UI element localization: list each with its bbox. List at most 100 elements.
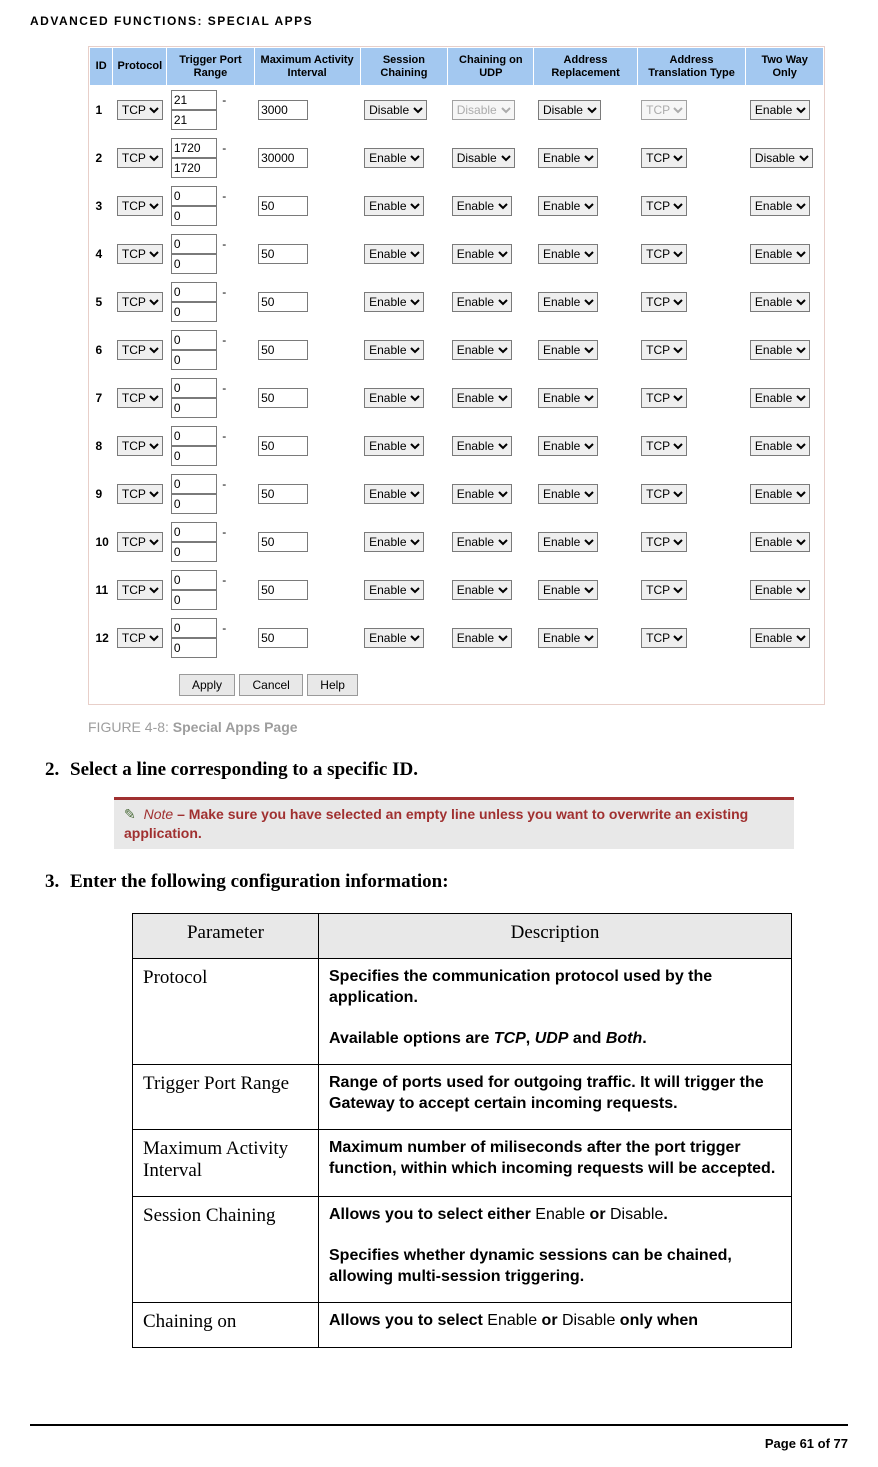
- two-way-select[interactable]: Enable: [750, 100, 810, 120]
- address-replacement-select[interactable]: Enable: [538, 484, 598, 504]
- port-to-input[interactable]: [171, 446, 217, 466]
- session-chaining-select[interactable]: Enable: [364, 580, 424, 600]
- session-chaining-select[interactable]: Enable: [364, 388, 424, 408]
- protocol-select[interactable]: TCP: [117, 292, 163, 312]
- address-replacement-select[interactable]: Enable: [538, 628, 598, 648]
- help-button[interactable]: Help: [307, 674, 358, 696]
- port-to-input[interactable]: [171, 350, 217, 370]
- two-way-select[interactable]: Enable: [750, 388, 810, 408]
- chaining-udp-select[interactable]: Enable: [452, 436, 512, 456]
- max-activity-input[interactable]: [258, 388, 308, 408]
- two-way-select[interactable]: Enable: [750, 196, 810, 216]
- address-translation-select[interactable]: TCP: [641, 436, 687, 456]
- protocol-select[interactable]: TCP: [117, 196, 163, 216]
- port-to-input[interactable]: [171, 302, 217, 322]
- session-chaining-select[interactable]: Enable: [364, 484, 424, 504]
- port-from-input[interactable]: [171, 618, 217, 638]
- address-translation-select[interactable]: TCP: [641, 580, 687, 600]
- address-replacement-select[interactable]: Enable: [538, 436, 598, 456]
- address-replacement-select[interactable]: Disable: [538, 100, 601, 120]
- max-activity-input[interactable]: [258, 484, 308, 504]
- protocol-select[interactable]: TCP: [117, 532, 163, 552]
- port-to-input[interactable]: [171, 206, 217, 226]
- two-way-select[interactable]: Disable: [750, 148, 813, 168]
- chaining-udp-select[interactable]: Enable: [452, 580, 512, 600]
- two-way-select[interactable]: Enable: [750, 628, 810, 648]
- chaining-udp-select[interactable]: Enable: [452, 628, 512, 648]
- session-chaining-select[interactable]: Enable: [364, 436, 424, 456]
- address-translation-select[interactable]: TCP: [641, 484, 687, 504]
- max-activity-input[interactable]: [258, 436, 308, 456]
- address-translation-select[interactable]: TCP: [641, 244, 687, 264]
- port-from-input[interactable]: [171, 426, 217, 446]
- max-activity-input[interactable]: [258, 148, 308, 168]
- port-to-input[interactable]: [171, 590, 217, 610]
- protocol-select[interactable]: TCP: [117, 100, 163, 120]
- two-way-select[interactable]: Enable: [750, 436, 810, 456]
- address-replacement-select[interactable]: Enable: [538, 292, 598, 312]
- max-activity-input[interactable]: [258, 628, 308, 648]
- port-from-input[interactable]: [171, 522, 217, 542]
- address-translation-select[interactable]: TCP: [641, 340, 687, 360]
- port-to-input[interactable]: [171, 158, 217, 178]
- chaining-udp-select[interactable]: Enable: [452, 388, 512, 408]
- session-chaining-select[interactable]: Enable: [364, 196, 424, 216]
- port-from-input[interactable]: [171, 330, 217, 350]
- port-to-input[interactable]: [171, 638, 217, 658]
- address-translation-select[interactable]: TCP: [641, 292, 687, 312]
- port-to-input[interactable]: [171, 542, 217, 562]
- cancel-button[interactable]: Cancel: [239, 674, 302, 696]
- chaining-udp-select[interactable]: Enable: [452, 292, 512, 312]
- port-from-input[interactable]: [171, 138, 217, 158]
- address-replacement-select[interactable]: Enable: [538, 532, 598, 552]
- port-from-input[interactable]: [171, 570, 217, 590]
- two-way-select[interactable]: Enable: [750, 484, 810, 504]
- address-translation-select[interactable]: TCP: [641, 532, 687, 552]
- port-from-input[interactable]: [171, 282, 217, 302]
- port-from-input[interactable]: [171, 234, 217, 254]
- port-from-input[interactable]: [171, 474, 217, 494]
- address-replacement-select[interactable]: Enable: [538, 196, 598, 216]
- address-replacement-select[interactable]: Enable: [538, 340, 598, 360]
- protocol-select[interactable]: TCP: [117, 436, 163, 456]
- chaining-udp-select[interactable]: Disable: [452, 148, 515, 168]
- address-translation-select[interactable]: TCP: [641, 196, 687, 216]
- protocol-select[interactable]: TCP: [117, 388, 163, 408]
- session-chaining-select[interactable]: Enable: [364, 340, 424, 360]
- max-activity-input[interactable]: [258, 580, 308, 600]
- session-chaining-select[interactable]: Enable: [364, 244, 424, 264]
- chaining-udp-select[interactable]: Enable: [452, 484, 512, 504]
- protocol-select[interactable]: TCP: [117, 244, 163, 264]
- protocol-select[interactable]: TCP: [117, 484, 163, 504]
- address-translation-select[interactable]: TCP: [641, 628, 687, 648]
- protocol-select[interactable]: TCP: [117, 628, 163, 648]
- max-activity-input[interactable]: [258, 532, 308, 552]
- session-chaining-select[interactable]: Enable: [364, 532, 424, 552]
- two-way-select[interactable]: Enable: [750, 292, 810, 312]
- two-way-select[interactable]: Enable: [750, 340, 810, 360]
- chaining-udp-select[interactable]: Enable: [452, 340, 512, 360]
- address-replacement-select[interactable]: Enable: [538, 388, 598, 408]
- chaining-udp-select[interactable]: Enable: [452, 196, 512, 216]
- session-chaining-select[interactable]: Enable: [364, 148, 424, 168]
- two-way-select[interactable]: Enable: [750, 244, 810, 264]
- session-chaining-select[interactable]: Enable: [364, 292, 424, 312]
- protocol-select[interactable]: TCP: [117, 580, 163, 600]
- chaining-udp-select[interactable]: Enable: [452, 244, 512, 264]
- max-activity-input[interactable]: [258, 196, 308, 216]
- address-replacement-select[interactable]: Enable: [538, 580, 598, 600]
- session-chaining-select[interactable]: Enable: [364, 628, 424, 648]
- port-to-input[interactable]: [171, 254, 217, 274]
- port-from-input[interactable]: [171, 186, 217, 206]
- session-chaining-select[interactable]: Disable: [364, 100, 427, 120]
- apply-button[interactable]: Apply: [179, 674, 235, 696]
- max-activity-input[interactable]: [258, 292, 308, 312]
- port-to-input[interactable]: [171, 110, 217, 130]
- address-translation-select[interactable]: TCP: [641, 148, 687, 168]
- port-to-input[interactable]: [171, 398, 217, 418]
- chaining-udp-select[interactable]: Enable: [452, 532, 512, 552]
- max-activity-input[interactable]: [258, 100, 308, 120]
- protocol-select[interactable]: TCP: [117, 148, 163, 168]
- two-way-select[interactable]: Enable: [750, 580, 810, 600]
- port-to-input[interactable]: [171, 494, 217, 514]
